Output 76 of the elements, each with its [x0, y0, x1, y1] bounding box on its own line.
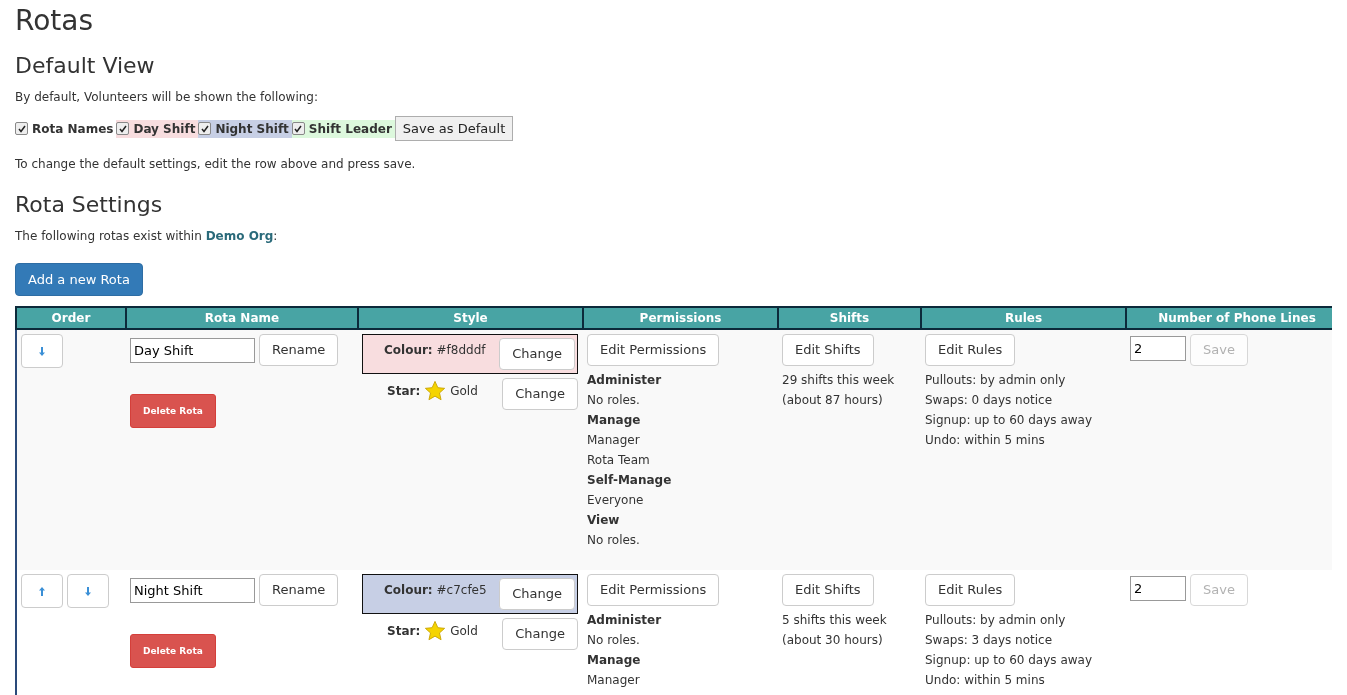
intro-text: By default, Volunteers will be shown the following:: [15, 89, 319, 106]
role-text: No roles.: [587, 392, 641, 409]
star-value: Gold: [450, 383, 478, 398]
add-rota-button[interactable]: Add a new Rota: [15, 263, 143, 296]
star-icon: [424, 620, 447, 642]
rule-text: Signup: up to 60 days away: [925, 652, 1093, 669]
delete-rota-button[interactable]: Delete Rota: [130, 394, 216, 428]
rule-text: Swaps: 0 days notice: [925, 392, 1054, 409]
shift-summary: (about 87 hours): [782, 392, 884, 409]
change-button[interactable]: Change: [502, 378, 578, 410]
column-header: Number of Phone Lines: [1126, 307, 1332, 329]
shift-summary: 5 shifts this week: [782, 612, 888, 629]
rota-name-input[interactable]: Night Shift: [130, 578, 255, 603]
star-icon: [424, 380, 447, 402]
role-text: No roles.: [587, 632, 641, 649]
role-text: Manager: [587, 672, 641, 689]
permission-heading: Administer: [587, 372, 663, 389]
column-header: Permissions: [583, 307, 778, 329]
change-button[interactable]: Change: [499, 578, 575, 610]
view-option[interactable]: Day Shift: [116, 119, 199, 138]
up-arrow-icon: [39, 586, 45, 596]
view-option[interactable]: Shift Leader: [291, 119, 395, 138]
checkbox[interactable]: [198, 122, 212, 135]
save-default-button[interactable]: Save as Default: [394, 116, 514, 141]
edit-rules-button[interactable]: Edit Rules: [925, 334, 1016, 366]
down-arrow-icon: [85, 586, 91, 596]
permission-heading: Administer: [587, 612, 663, 629]
edit-shifts-button[interactable]: Edit Shifts: [782, 574, 874, 606]
edit-rules-button[interactable]: Edit Rules: [925, 574, 1016, 606]
colour-label: Colour: #c7cfe5: [384, 582, 487, 599]
phone-lines-input[interactable]: 2: [1130, 336, 1186, 361]
checkbox[interactable]: [15, 122, 28, 135]
role-text: Everyone: [587, 492, 645, 509]
view-option[interactable]: Rota Names: [15, 119, 117, 138]
shift-summary: (about 30 hours): [782, 632, 884, 649]
column-header: Rota Name: [126, 307, 358, 329]
change-button[interactable]: Change: [502, 618, 578, 650]
role-text: No roles.: [587, 532, 641, 549]
column-header: Shifts: [778, 307, 921, 329]
change-button[interactable]: Change: [499, 338, 575, 370]
colour-label: Colour: #f8dddf: [384, 342, 486, 359]
shift-summary: 29 shifts this week: [782, 372, 896, 389]
edit-permissions-button[interactable]: Edit Permissions: [587, 574, 720, 606]
note-text: To change the default settings, edit the row above and press save.: [15, 156, 417, 173]
intro-text: The following rotas exist within Demo Org:: [15, 228, 279, 245]
page-title: Rotas: [15, 4, 95, 38]
rule-text: Swaps: 3 days notice: [925, 632, 1054, 649]
checkbox[interactable]: [116, 122, 130, 135]
star-label: Star:: [387, 383, 421, 398]
phone-lines-input[interactable]: 2: [1130, 576, 1186, 601]
role-text: Rota Team: [587, 452, 651, 469]
rename-button[interactable]: Rename: [259, 574, 339, 606]
rule-text: Undo: within 5 mins: [925, 432, 1046, 449]
down-arrow-icon: [39, 346, 45, 356]
column-header: Rules: [921, 307, 1126, 329]
rule-text: Pullouts: by admin only: [925, 372, 1067, 389]
edit-shifts-button[interactable]: Edit Shifts: [782, 334, 874, 366]
rule-text: Undo: within 5 mins: [925, 672, 1046, 689]
section-heading: Default View: [15, 52, 156, 80]
edit-permissions-button[interactable]: Edit Permissions: [587, 334, 720, 366]
rename-button[interactable]: Rename: [259, 334, 339, 366]
permission-heading: Self-Manage: [587, 472, 673, 489]
permission-heading: Manage: [587, 412, 642, 429]
star-label: Star:: [387, 623, 421, 638]
star-value: Gold: [450, 623, 478, 638]
rota-name-input[interactable]: Day Shift: [130, 338, 255, 363]
view-option[interactable]: Night Shift: [198, 119, 292, 138]
column-header: Order: [16, 307, 126, 329]
column-header: Style: [358, 307, 583, 329]
delete-rota-button[interactable]: Delete Rota: [130, 634, 216, 668]
rule-text: Signup: up to 60 days away: [925, 412, 1093, 429]
rule-text: Pullouts: by admin only: [925, 612, 1067, 629]
permission-heading: View: [587, 512, 621, 529]
section-heading: Rota Settings: [15, 191, 164, 219]
permission-heading: Manage: [587, 652, 642, 669]
role-text: Manager: [587, 432, 641, 449]
